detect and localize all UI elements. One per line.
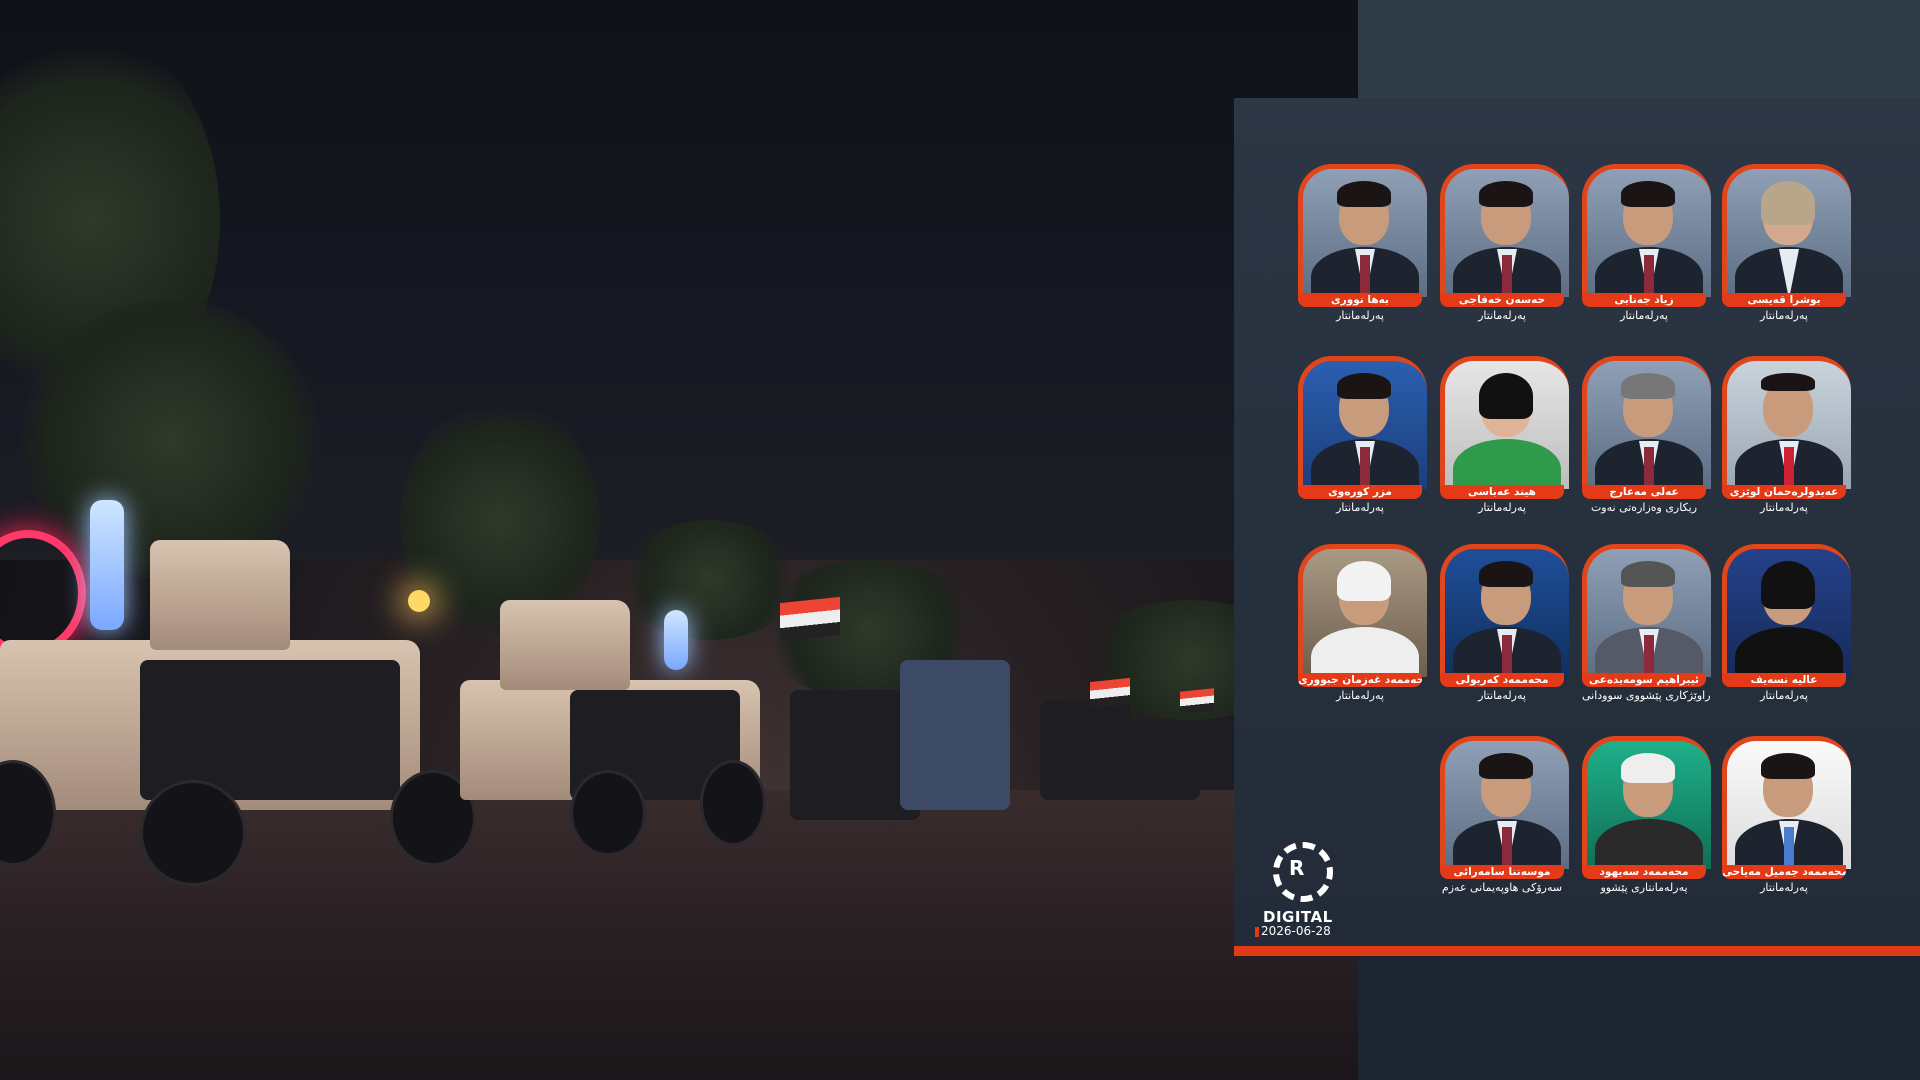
person-name: محەممەد جەمیل مەیاحی [1722,865,1846,879]
person-name: محەممەد سەیهود [1582,865,1706,879]
rudaw-digital-logo: R DIGITAL [1255,838,1355,938]
vehicle-side-panel [140,660,400,800]
vehicle-turret [150,540,290,650]
person-card: زیاد جەنابی پەرلەمانتار [1582,164,1712,322]
portrait-photo [1440,736,1569,869]
lit-palm-trunk [664,610,688,670]
portrait-photo [1440,544,1569,677]
tree [20,300,320,580]
vehicle-wheel [140,780,246,886]
bottom-right-block [1358,956,1920,1080]
person-role: پەرلەمانتار [1620,309,1668,322]
person-name: هیند عەباسی [1440,485,1564,499]
person-role: پەرلەمانتار [1336,309,1384,322]
person-name: عەبدولرەحمان لوێزی [1722,485,1846,499]
portrait-photo [1440,164,1569,297]
military-vehicle [1040,700,1130,800]
portrait-photo [1298,356,1427,489]
person-name: بوشرا قەیسی [1722,293,1846,307]
person-role: پەرلەمانتار [1760,881,1808,894]
person-card: محەممەد کەربولی پەرلەمانتار [1440,544,1570,702]
person-role: پەرلەمانتار [1478,689,1526,702]
accent-stripe [1234,946,1920,956]
portrait-photo [1722,544,1851,677]
background-photo [0,0,1358,1080]
person-name: حەسەن خەفاجی [1440,293,1564,307]
person-role: پەرلەمانتار [1336,689,1384,702]
iraqi-flag [1090,677,1130,709]
person-card: محەممەد غەزمان جبووری پەرلەمانتار [1298,544,1428,702]
vehicle-wheel [570,770,646,856]
person-card: بەها نووری پەرلەمانتار [1298,164,1428,322]
portrait-photo [1440,356,1569,489]
top-right-block [1358,0,1920,98]
portrait-photo [1582,736,1711,869]
person-role: پەرلەمانتار [1760,501,1808,514]
portrait-photo [1298,164,1427,297]
person-role: ریکاری وەزارەتی نەوت [1590,501,1698,514]
person-card: ئیبراهیم سومەیدەعی راوێژکاری پێشووی سوود… [1582,544,1712,702]
military-vehicle [900,660,1010,810]
person-name: زیاد جەنابی [1582,293,1706,307]
person-card: هیند عەباسی پەرلەمانتار [1440,356,1570,514]
iraqi-flag [1180,688,1214,714]
portrait-photo [1298,544,1427,677]
person-role: پەرلەمانتاری پێشوو [1600,881,1688,894]
person-name: محەممەد غەزمان جبووری [1298,673,1422,687]
person-role: پەرلەمانتار [1760,309,1808,322]
date-label: 2026-06-28 [1255,924,1331,938]
lit-palm-trunk [90,500,124,630]
person-role: پەرلەمانتار [1478,309,1526,322]
date-text: 2026-06-28 [1261,924,1331,938]
portrait-photo [1722,356,1851,489]
portrait-photo [1582,164,1711,297]
person-card: موسەننا سامەرائی سەرۆکی هاوپەیمانی عەزم [1440,736,1570,894]
person-card: مزر کورەوی پەرلەمانتار [1298,356,1428,514]
person-name: عەلی مەعارج [1582,485,1706,499]
person-card: محەممەد جەمیل مەیاحی پەرلەمانتار [1722,736,1852,894]
person-card: عەبدولرەحمان لوێزی پەرلەمانتار [1722,356,1852,514]
person-card: عالیە نسەیف پەرلەمانتار [1722,544,1852,702]
person-name: مزر کورەوی [1298,485,1422,499]
portrait-photo [1582,356,1711,489]
person-card: حەسەن خەفاجی پەرلەمانتار [1440,164,1570,322]
vehicle-wheel [700,760,766,846]
logo-letter: R [1289,856,1305,880]
person-role: پەرلەمانتار [1478,501,1526,514]
person-role: سەرۆکی هاوپەیمانی عەزم [1441,881,1563,894]
person-card: محەممەد سەیهود پەرلەمانتاری پێشوو [1582,736,1712,894]
person-name: ئیبراهیم سومەیدەعی [1582,673,1706,687]
iraqi-flag [780,596,840,642]
person-name: محەممەد کەربولی [1440,673,1564,687]
person-role: پەرلەمانتار [1760,689,1808,702]
person-role: راوێژکاری پێشووی سوودانی [1582,689,1711,702]
person-name: عالیە نسەیف [1722,673,1846,687]
person-card: عەلی مەعارج ریکاری وەزارەتی نەوت [1582,356,1712,514]
person-name: بەها نووری [1298,293,1422,307]
portrait-photo [1722,736,1851,869]
person-card: بوشرا قەیسی پەرلەمانتار [1722,164,1852,322]
portrait-photo [1722,164,1851,297]
vehicle-turret [500,600,630,690]
portrait-photo [1582,544,1711,677]
person-role: پەرلەمانتار [1336,501,1384,514]
street-lamp [408,590,430,612]
person-name: موسەننا سامەرائی [1440,865,1564,879]
